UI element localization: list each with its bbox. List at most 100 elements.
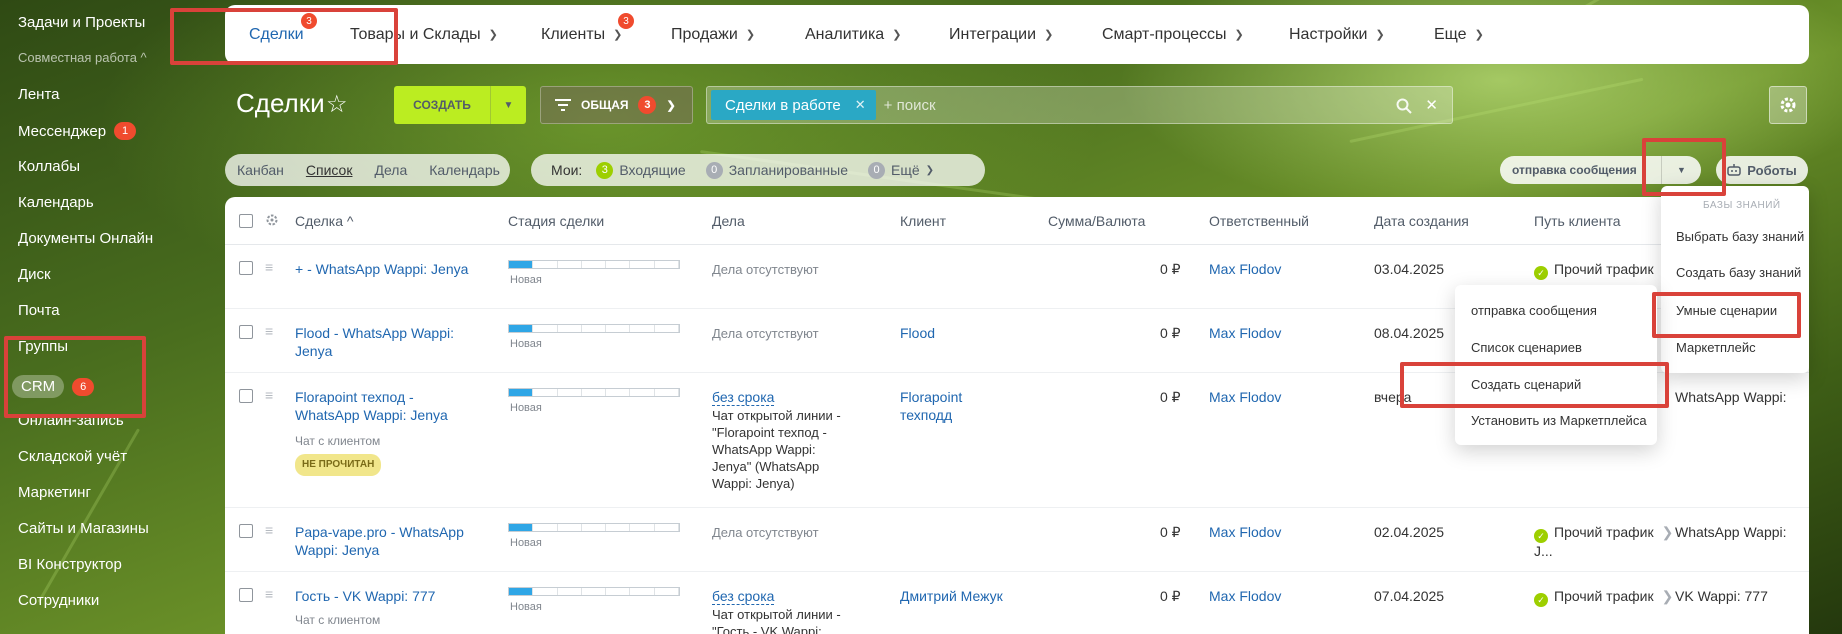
row-checkbox[interactable] bbox=[239, 389, 253, 403]
deal-title[interactable]: + - WhatsApp Wappi: Jenya bbox=[295, 260, 495, 278]
menu-item-create-kb[interactable]: Создать базу знаний bbox=[1676, 265, 1801, 280]
stage-progress[interactable] bbox=[508, 587, 680, 596]
table-row[interactable]: ≡ Papa-vape.pro - WhatsApp Wappi: Jenya … bbox=[225, 508, 1809, 572]
counter-incoming[interactable]: 3 Входящие bbox=[596, 161, 686, 179]
deal-title[interactable]: Papa-vape.pro - WhatsApp Wappi: Jenya bbox=[295, 523, 470, 559]
robots-button[interactable]: Роботы bbox=[1716, 156, 1808, 184]
tab-settings[interactable]: Настройки ❯ bbox=[1289, 5, 1385, 64]
select-all-checkbox[interactable] bbox=[239, 214, 253, 228]
client-link[interactable]: Дмитрий Межук bbox=[900, 587, 1003, 605]
menu-item-choose-kb[interactable]: Выбрать базу знаний bbox=[1676, 229, 1804, 244]
annotation-crm bbox=[4, 336, 146, 418]
settings-gear-button[interactable] bbox=[1769, 86, 1807, 124]
view-calendar[interactable]: Календарь bbox=[429, 162, 500, 178]
row-checkbox[interactable] bbox=[239, 588, 253, 602]
sidebar-item-tasks[interactable]: Задачи и Проекты bbox=[18, 14, 145, 31]
view-kanban[interactable]: Канбан bbox=[237, 162, 284, 178]
col-date[interactable]: Дата создания bbox=[1374, 213, 1469, 229]
tab-sales[interactable]: Продажи ❯ bbox=[671, 5, 755, 64]
sidebar-item-collab-group[interactable]: Совместная работа ^ bbox=[18, 50, 147, 65]
col-sum[interactable]: Сумма/Валюта bbox=[1048, 213, 1145, 229]
table-row[interactable]: ≡ Гость - VK Wappi: 777 Чат с клиентом Н… bbox=[225, 572, 1809, 634]
drag-handle-icon[interactable]: ≡ bbox=[265, 260, 279, 274]
row-checkbox[interactable] bbox=[239, 261, 253, 275]
drag-handle-icon[interactable]: ≡ bbox=[265, 388, 279, 402]
menu-item-marketplace[interactable]: Маркетплейс bbox=[1676, 340, 1756, 355]
stage-progress[interactable] bbox=[508, 388, 680, 397]
client-path: ✓ Прочий трафик ❯ bbox=[1534, 587, 1681, 607]
menu-item-send-message[interactable]: отправка сообщения bbox=[1471, 303, 1597, 318]
sidebar-item-mail[interactable]: Почта bbox=[18, 302, 60, 319]
row-checkbox[interactable] bbox=[239, 524, 253, 538]
stage-label: Новая bbox=[510, 601, 542, 613]
drag-handle-icon[interactable]: ≡ bbox=[265, 324, 279, 338]
col-client[interactable]: Клиент bbox=[900, 213, 946, 229]
counter-planned[interactable]: 0 Запланированные bbox=[705, 161, 848, 179]
filter-chip[interactable]: Сделки в работе ✕ bbox=[711, 90, 876, 120]
sidebar-item-warehouse[interactable]: Складской учёт bbox=[18, 448, 127, 465]
search-input[interactable]: Сделки в работе ✕ + поиск ✕ bbox=[706, 86, 1453, 124]
drag-handle-icon[interactable]: ≡ bbox=[265, 523, 279, 537]
menu-item-scenario-list[interactable]: Список сценариев bbox=[1471, 340, 1582, 355]
tab-smart-processes[interactable]: Смарт-процессы ❯ bbox=[1102, 5, 1244, 64]
drag-handle-icon[interactable]: ≡ bbox=[265, 587, 279, 601]
sidebar-item-messenger[interactable]: Мессенджер 1 bbox=[18, 122, 137, 140]
created-date: 03.04.2025 bbox=[1374, 261, 1445, 277]
col-activity[interactable]: Дела bbox=[712, 213, 745, 229]
messenger-badge: 1 bbox=[114, 122, 137, 140]
sidebar-item-collabs[interactable]: Коллабы bbox=[18, 158, 80, 175]
deal-title[interactable]: Flood - WhatsApp Wappi: Jenya bbox=[295, 324, 470, 360]
sidebar-item-employees[interactable]: Сотрудники bbox=[18, 592, 99, 609]
activity-deadline-link[interactable]: без срока bbox=[712, 388, 775, 406]
counter-more[interactable]: 0 Ещё ❯ bbox=[868, 161, 934, 179]
responsible-link[interactable]: Max Flodov bbox=[1209, 324, 1281, 342]
view-list[interactable]: Список bbox=[306, 162, 353, 178]
row-checkbox[interactable] bbox=[239, 325, 253, 339]
filter-preset-button[interactable]: ОБЩАЯ 3 ❯ bbox=[540, 86, 693, 124]
created-date: 07.04.2025 bbox=[1374, 588, 1445, 604]
star-icon[interactable]: ☆ bbox=[326, 90, 348, 119]
sidebar-item-calendar[interactable]: Календарь bbox=[18, 194, 94, 211]
chevron-down-icon[interactable]: ▼ bbox=[490, 86, 526, 124]
client-link[interactable]: Florapoint техподд bbox=[900, 388, 1010, 424]
activity-deadline-link[interactable]: без срока bbox=[712, 587, 775, 605]
sidebar-item-bi[interactable]: BI Конструктор bbox=[18, 556, 122, 573]
filter-icon bbox=[555, 99, 571, 111]
tab-clients[interactable]: Клиенты ❯ 3 bbox=[541, 5, 634, 64]
source-icon: ✓ bbox=[1534, 529, 1548, 543]
tab-integrations[interactable]: Интеграции ❯ bbox=[949, 5, 1053, 64]
responsible-link[interactable]: Max Flodov bbox=[1209, 260, 1281, 278]
sidebar-item-disk[interactable]: Диск bbox=[18, 266, 51, 283]
deal-title[interactable]: Гость - VK Wappi: 777 bbox=[295, 587, 485, 605]
search-icon[interactable] bbox=[1396, 98, 1412, 114]
gear-icon[interactable] bbox=[265, 213, 279, 227]
col-responsible[interactable]: Ответственный bbox=[1209, 213, 1309, 229]
deal-sum: 0 ₽ bbox=[1160, 389, 1181, 405]
responsible-link[interactable]: Max Flodov bbox=[1209, 388, 1281, 406]
sidebar-item-sites[interactable]: Сайты и Магазины bbox=[18, 520, 149, 537]
deal-title[interactable]: Florapoint техпод - WhatsApp Wappi: Jeny… bbox=[295, 388, 455, 424]
activity-text: Чат открытой линии - "Florapoint техпод … bbox=[712, 408, 841, 491]
view-activities[interactable]: Дела bbox=[374, 162, 407, 178]
sidebar-item-docs[interactable]: Документы Онлайн bbox=[18, 230, 153, 247]
responsible-link[interactable]: Max Flodov bbox=[1209, 523, 1281, 541]
stage-progress[interactable] bbox=[508, 324, 680, 333]
close-icon[interactable]: ✕ bbox=[855, 97, 866, 113]
tab-analytics[interactable]: Аналитика ❯ bbox=[805, 5, 901, 64]
col-path[interactable]: Путь клиента bbox=[1534, 213, 1621, 229]
menu-item-install-marketplace[interactable]: Установить из Маркетплейса bbox=[1471, 413, 1647, 428]
tab-more[interactable]: Еще ❯ bbox=[1434, 5, 1484, 64]
filter-count-badge: 3 bbox=[638, 96, 657, 114]
sidebar-item-feed[interactable]: Лента bbox=[18, 86, 60, 103]
stage-progress[interactable] bbox=[508, 260, 680, 269]
create-button[interactable]: СОЗДАТЬ ▼ bbox=[394, 86, 526, 124]
col-stage[interactable]: Стадия сделки bbox=[508, 213, 604, 229]
client-link[interactable]: Flood bbox=[900, 324, 935, 342]
sidebar-item-marketing[interactable]: Маркетинг bbox=[18, 484, 91, 501]
clear-icon[interactable]: ✕ bbox=[1425, 96, 1438, 114]
stage-progress[interactable] bbox=[508, 523, 680, 532]
chevron-right-icon: ❯ bbox=[1661, 588, 1674, 604]
responsible-link[interactable]: Max Flodov bbox=[1209, 587, 1281, 605]
chevron-down-icon: ❯ bbox=[1375, 29, 1385, 41]
col-deal[interactable]: Сделка ^ bbox=[295, 213, 353, 229]
